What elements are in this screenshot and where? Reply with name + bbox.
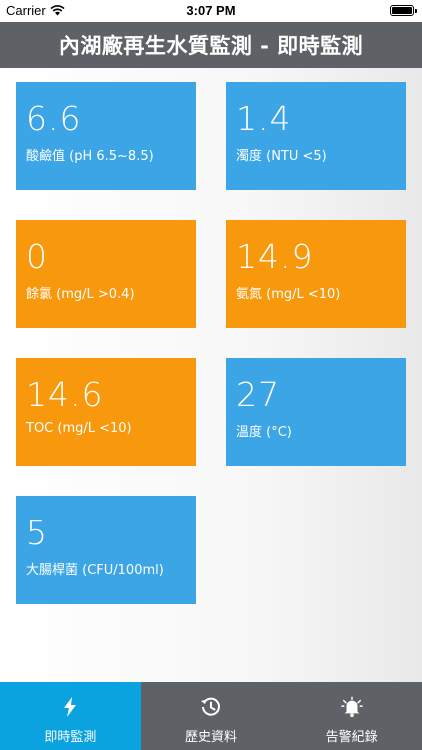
tile-label: TOC (mg/L <10)	[26, 421, 132, 436]
tile-turbidity[interactable]: 1.4 濁度 (NTU <5)	[226, 82, 406, 190]
tile-label: 濁度 (NTU <5)	[236, 149, 327, 164]
tile-label: 大腸桿菌 (CFU/100ml)	[26, 563, 164, 578]
tile-label: 餘氯 (mg/L >0.4)	[26, 287, 135, 302]
tile-coliform[interactable]: 5 大腸桿菌 (CFU/100ml)	[16, 496, 196, 604]
tile-value: 6.6	[26, 99, 82, 138]
tile-ph[interactable]: 6.6 酸鹼值 (pH 6.5~8.5)	[16, 82, 196, 190]
tile-value: 14.9	[236, 237, 314, 276]
tab-realtime[interactable]: 即時監測	[0, 682, 141, 750]
tab-label: 歷史資料	[185, 730, 238, 745]
tab-label: 即時監測	[44, 730, 97, 745]
tile-value: 5	[26, 513, 48, 552]
status-bar: Carrier 3:07 PM	[0, 0, 422, 22]
tile-temperature[interactable]: 27 溫度 (°C)	[226, 358, 406, 466]
tile-value: 1.4	[236, 99, 292, 138]
tile-residual-chlorine[interactable]: 0 餘氯 (mg/L >0.4)	[16, 220, 196, 328]
history-icon	[200, 696, 222, 718]
alarm-bell-icon	[340, 696, 363, 718]
battery-icon	[390, 5, 417, 16]
tile-label: 酸鹼值 (pH 6.5~8.5)	[26, 149, 154, 164]
status-time: 3:07 PM	[186, 3, 236, 18]
tile-value: 0	[26, 237, 48, 276]
tile-label: 溫度 (°C)	[236, 425, 292, 440]
tile-value: 27	[236, 375, 280, 414]
metrics-grid: 6.6 酸鹼值 (pH 6.5~8.5) 1.4 濁度 (NTU <5) 0 餘…	[0, 68, 422, 682]
lightning-icon	[59, 696, 81, 718]
tile-ammonia-nitrogen[interactable]: 14.9 氨氮 (mg/L <10)	[226, 220, 406, 328]
tab-bar: 即時監測 歷史資料 告警紀錄	[0, 682, 422, 750]
tile-label: 氨氮 (mg/L <10)	[236, 287, 341, 302]
tile-toc[interactable]: 14.6 TOC (mg/L <10)	[16, 358, 196, 466]
tile-value: 14.6	[26, 375, 104, 414]
page-title: 內湖廠再生水質監測 - 即時監測	[0, 22, 422, 68]
tab-label: 告警紀錄	[325, 730, 378, 745]
tab-alarms[interactable]: 告警紀錄	[281, 682, 422, 750]
tab-history[interactable]: 歷史資料	[141, 682, 282, 750]
